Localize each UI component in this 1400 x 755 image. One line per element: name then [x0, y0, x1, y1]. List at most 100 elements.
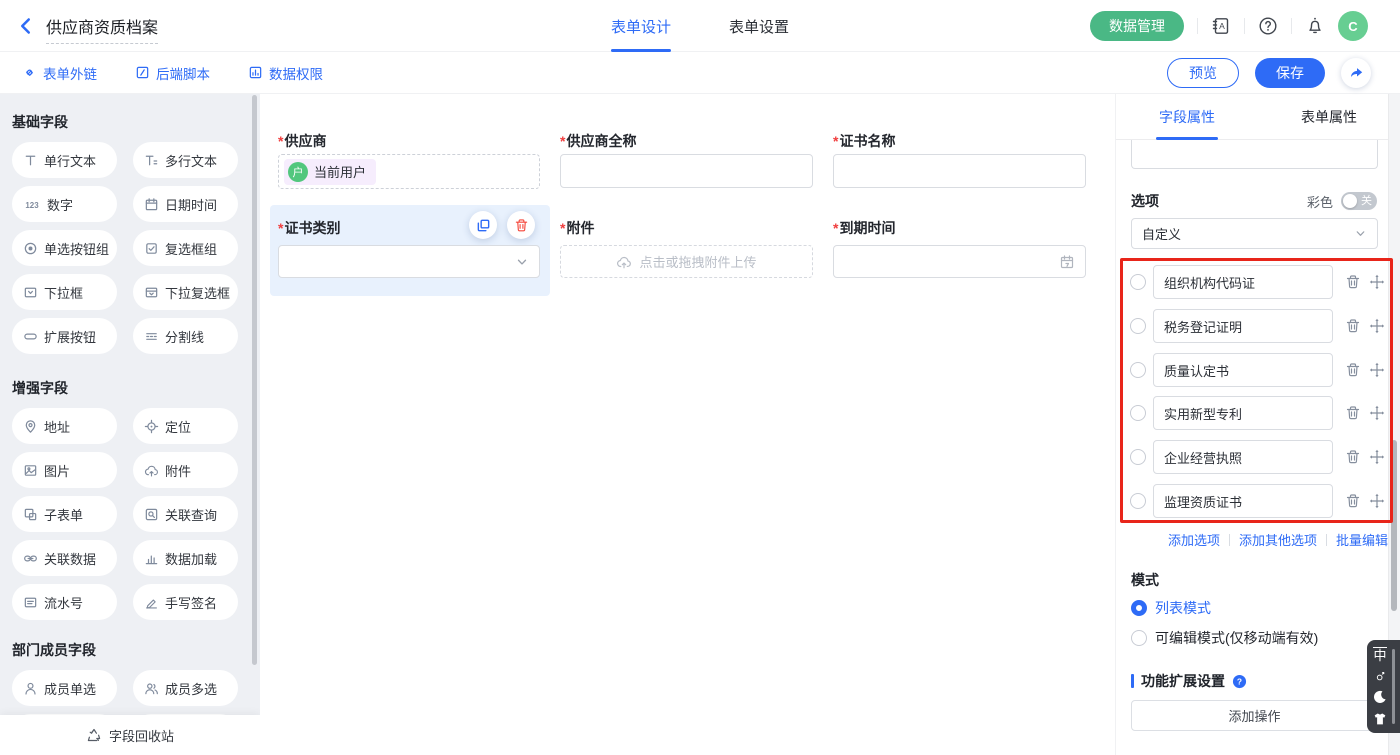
option-radio[interactable]: [1130, 449, 1146, 465]
delete-field-button[interactable]: [507, 211, 535, 239]
sidebar-item-lookup[interactable]: 关联查询: [133, 496, 238, 532]
chip-label: 关联查询: [165, 505, 217, 524]
save-button[interactable]: 保存: [1255, 58, 1325, 88]
shirt-icon[interactable]: [1373, 712, 1387, 726]
move-icon[interactable]: [1369, 274, 1385, 290]
field-label-expire-time: 到期时间: [833, 220, 895, 236]
option-radio[interactable]: [1130, 274, 1146, 290]
avatar[interactable]: C: [1338, 11, 1368, 41]
option-radio[interactable]: [1130, 362, 1146, 378]
sidebar-item-member-single[interactable]: 成员单选: [12, 670, 117, 706]
back-icon[interactable]: [16, 16, 36, 36]
sidebar-item-member-multi[interactable]: 成员多选: [133, 670, 238, 706]
option-input[interactable]: [1153, 396, 1333, 430]
sidebar-item-signature[interactable]: 手写签名: [133, 584, 238, 620]
cursor-icon[interactable]: [1375, 671, 1386, 682]
tab-form-properties[interactable]: 表单属性: [1258, 94, 1400, 139]
certificate-name-field[interactable]: [833, 154, 1086, 188]
expire-time-field[interactable]: [833, 245, 1086, 278]
sidebar-item-image[interactable]: 图片: [12, 452, 117, 488]
option-radio[interactable]: [1130, 318, 1146, 334]
sidebar-item-attachment[interactable]: 附件: [133, 452, 238, 488]
sidebar-item-data-load[interactable]: 数据加载: [133, 540, 238, 576]
option-radio[interactable]: [1130, 493, 1146, 509]
attachment-upload[interactable]: 点击或拖拽附件上传: [560, 245, 813, 278]
add-other-option-link[interactable]: 添加其他选项: [1239, 530, 1317, 549]
trash-icon[interactable]: [1345, 274, 1361, 290]
add-option-link[interactable]: 添加选项: [1168, 530, 1220, 549]
preview-button[interactable]: 预览: [1167, 58, 1239, 88]
move-icon[interactable]: [1369, 362, 1385, 378]
mode-list-radio[interactable]: 列表模式: [1131, 598, 1211, 618]
sidebar-item-linked-data[interactable]: 关联数据: [12, 540, 117, 576]
option-input[interactable]: [1153, 484, 1333, 518]
widget-handle[interactable]: [1392, 649, 1395, 724]
option-row: [1130, 440, 1385, 474]
help-icon[interactable]: [1258, 16, 1278, 36]
trash-icon[interactable]: [1345, 405, 1361, 421]
floating-plugin-widget[interactable]: 中: [1367, 640, 1400, 733]
tab-field-properties[interactable]: 字段属性: [1116, 94, 1258, 139]
field-label-attachment: 附件: [560, 220, 594, 236]
share-icon: [1348, 65, 1364, 81]
copy-field-button[interactable]: [469, 211, 497, 239]
certificate-type-select[interactable]: [278, 245, 540, 278]
option-radio[interactable]: [1130, 405, 1146, 421]
question-badge-icon[interactable]: ?: [1232, 674, 1247, 689]
move-icon[interactable]: [1369, 449, 1385, 465]
moon-icon[interactable]: [1373, 690, 1387, 704]
cloud-upload-icon: [616, 254, 632, 270]
field-recycle-bin[interactable]: 字段回收站: [0, 715, 260, 755]
bell-icon[interactable]: [1305, 16, 1325, 36]
data-manage-button[interactable]: 数据管理: [1090, 11, 1184, 41]
option-input[interactable]: [1153, 353, 1333, 387]
option-source-select[interactable]: 自定义: [1131, 218, 1378, 249]
sidebar-item-multi-text[interactable]: 多行文本: [133, 142, 238, 178]
tab-form-design[interactable]: 表单设计: [611, 0, 671, 52]
tab-form-settings[interactable]: 表单设置: [729, 0, 789, 52]
current-user-tag[interactable]: 户 当前用户: [284, 159, 376, 185]
sidebar-item-divider[interactable]: 分割线: [133, 318, 238, 354]
sidebar-item-locate[interactable]: 定位: [133, 408, 238, 444]
sidebar-item-serial-number[interactable]: 流水号: [12, 584, 117, 620]
option-input[interactable]: [1153, 440, 1333, 474]
sidebar-item-checkbox-group[interactable]: 复选框组: [133, 230, 238, 266]
backend-script-link[interactable]: 后端脚本: [135, 63, 210, 83]
option-input[interactable]: [1153, 309, 1333, 343]
batch-edit-link[interactable]: 批量编辑: [1336, 530, 1388, 549]
share-button[interactable]: [1341, 58, 1371, 88]
field-name-input[interactable]: [1131, 140, 1378, 169]
language-icon[interactable]: 中: [1373, 647, 1386, 663]
sidebar-item-subform[interactable]: 子表单: [12, 496, 117, 532]
sidebar-item-address[interactable]: 地址: [12, 408, 117, 444]
sidebar-scrollbar[interactable]: [252, 95, 257, 665]
trash-icon[interactable]: [1345, 362, 1361, 378]
mode-editable-radio[interactable]: 可编辑模式(仅移动端有效): [1131, 628, 1318, 648]
supplier-field[interactable]: 户 当前用户: [278, 154, 540, 189]
move-icon[interactable]: [1369, 493, 1385, 509]
trash-icon[interactable]: [1345, 493, 1361, 509]
selected-field-certificate-type[interactable]: 证书类别: [270, 205, 550, 296]
supplier-full-name-field[interactable]: [560, 154, 813, 188]
option-input[interactable]: [1153, 265, 1333, 299]
manual-icon[interactable]: A: [1211, 16, 1231, 36]
lookup-icon: [144, 507, 159, 522]
form-external-link[interactable]: 表单外链: [22, 63, 97, 83]
panel-scroll-thumb[interactable]: [1391, 440, 1397, 611]
sidebar-item-expand-button[interactable]: 扩展按钮: [12, 318, 117, 354]
color-toggle[interactable]: 关: [1341, 192, 1377, 210]
sidebar-item-datetime[interactable]: 日期时间: [133, 186, 238, 222]
move-icon[interactable]: [1369, 318, 1385, 334]
add-action-button[interactable]: 添加操作: [1131, 700, 1378, 731]
sidebar-item-select[interactable]: 下拉框: [12, 274, 117, 310]
subform-icon: [23, 507, 38, 522]
sidebar-item-single-text[interactable]: 单行文本: [12, 142, 117, 178]
chip-label: 多行文本: [165, 151, 217, 170]
data-permission-link[interactable]: 数据权限: [248, 63, 323, 83]
sidebar-item-radio-group[interactable]: 单选按钮组: [12, 230, 117, 266]
trash-icon[interactable]: [1345, 449, 1361, 465]
move-icon[interactable]: [1369, 405, 1385, 421]
trash-icon[interactable]: [1345, 318, 1361, 334]
sidebar-item-multi-select[interactable]: 下拉复选框: [133, 274, 238, 310]
sidebar-item-number[interactable]: 123数字: [12, 186, 117, 222]
